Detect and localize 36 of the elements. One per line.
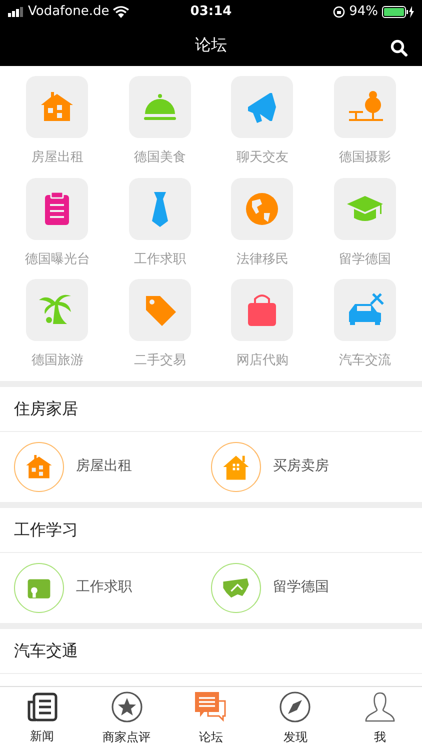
rotation-lock-icon (333, 6, 346, 18)
battery-charging-icon (382, 6, 414, 18)
category-button[interactable]: 工作求职 (108, 178, 211, 269)
forum-link[interactable]: 工作求职 (14, 562, 211, 612)
tab[interactable]: 发现 (253, 687, 338, 750)
tab[interactable]: 我 (338, 687, 422, 750)
carrier-name: Vodafone.de (28, 3, 110, 22)
forum-link[interactable]: 买房卖房 (211, 442, 408, 492)
page-title: 论坛 (195, 34, 227, 56)
category-button[interactable]: 德国曝光台 (6, 178, 108, 269)
section-title: 住房家居 (14, 398, 78, 418)
category-button[interactable]: 房屋出租 (6, 76, 108, 168)
tab[interactable]: 商家点评 (84, 687, 169, 750)
signal-icon (8, 7, 24, 17)
category-button[interactable]: 德国美食 (108, 76, 211, 168)
forum-link[interactable]: 房屋出租 (14, 442, 211, 492)
tab[interactable]: 论坛 (168, 687, 254, 750)
status-time: 03:14 (190, 4, 232, 20)
tab[interactable]: 新闻 (0, 687, 84, 750)
section-title: 工作学习 (14, 520, 78, 538)
category-button[interactable]: 二手交易 (108, 279, 211, 370)
compass-icon (279, 691, 312, 723)
newspaper-icon (26, 692, 58, 722)
battery-percent: 94% (349, 3, 378, 22)
wifi-icon (113, 6, 130, 18)
forum-link[interactable]: 留学德国 (211, 562, 408, 612)
category-button[interactable]: 法律移民 (211, 178, 314, 269)
person-icon (364, 691, 396, 723)
category-button[interactable]: 德国旅游 (6, 279, 108, 370)
category-button[interactable]: 德国摄影 (314, 76, 416, 168)
category-button[interactable]: 网店代购 (211, 279, 314, 370)
category-button[interactable]: 聊天交友 (211, 76, 314, 168)
section-title: 汽车交通 (14, 640, 78, 660)
category-button[interactable]: 汽车交流 (314, 279, 416, 370)
chat-bubbles-icon (194, 691, 228, 723)
category-button[interactable]: 留学德国 (314, 178, 416, 269)
